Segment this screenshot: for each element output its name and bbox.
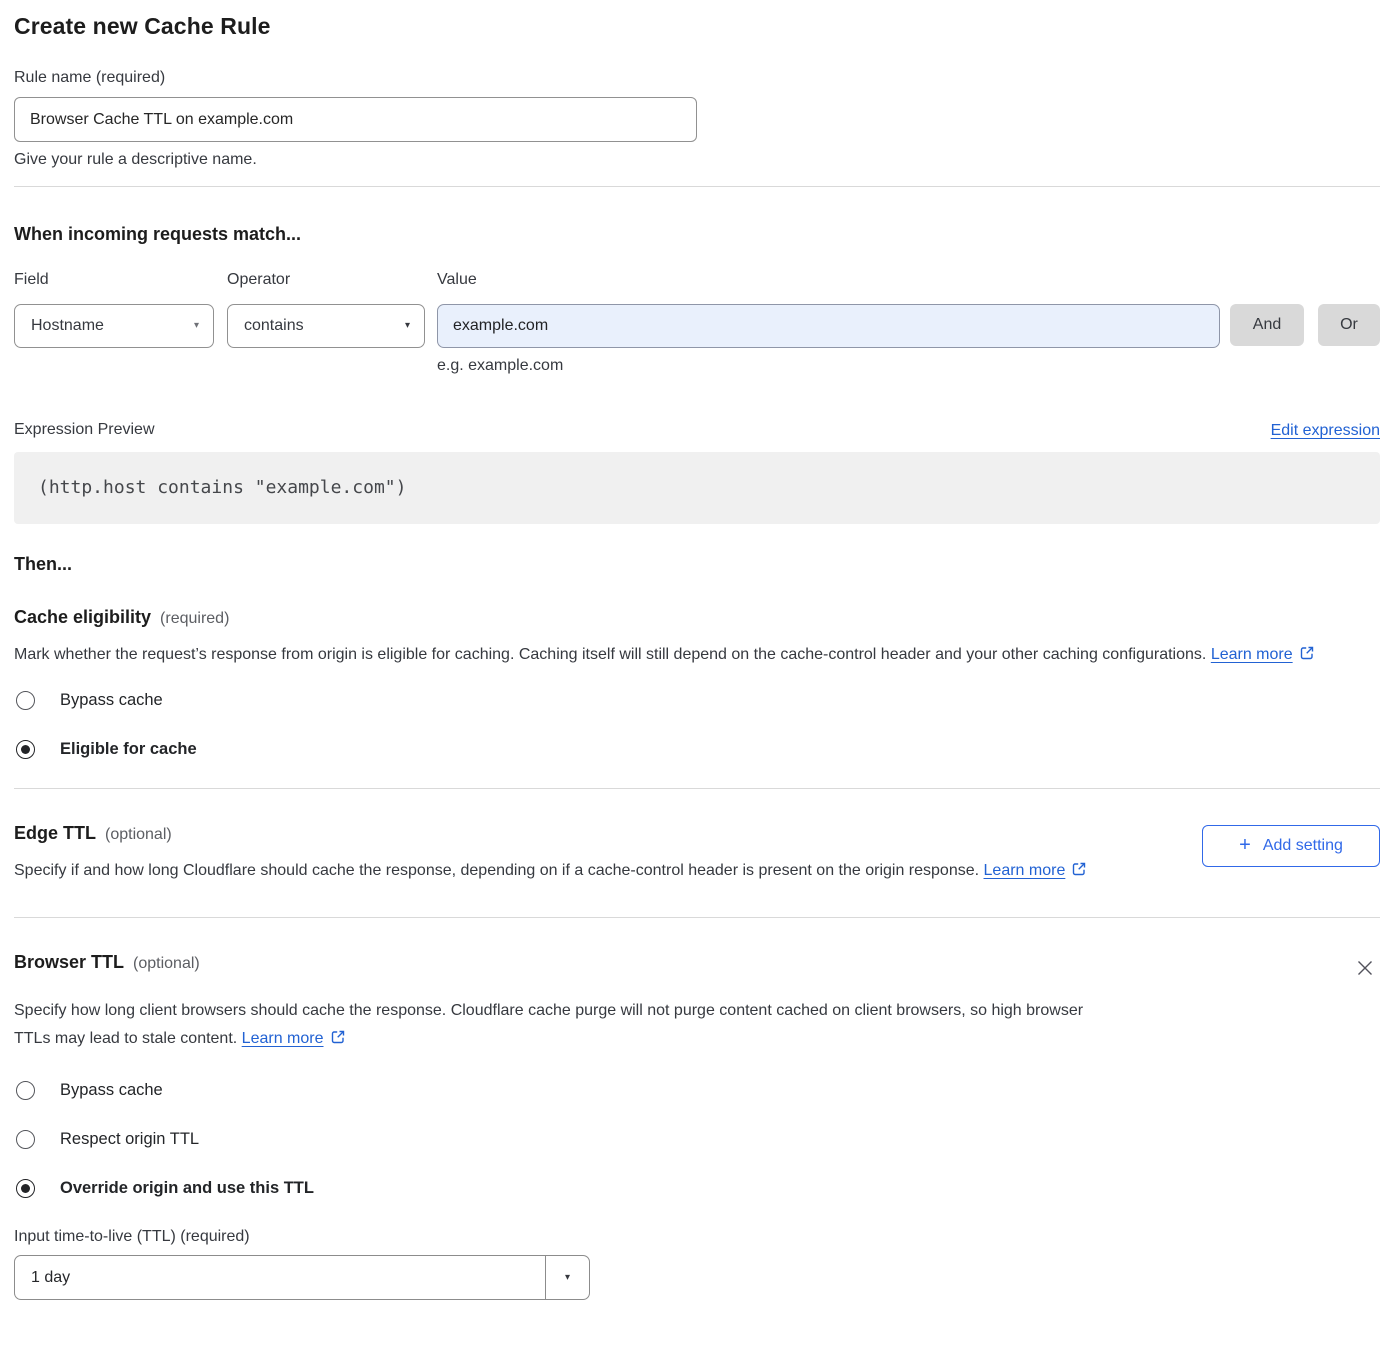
radio-label: Bypass cache	[60, 691, 163, 710]
rule-name-label: Rule name (required)	[14, 68, 1380, 87]
description-text: Specify if and how long Cloudflare shoul…	[14, 862, 979, 879]
expression-section: Expression Preview Edit expression (http…	[14, 419, 1380, 524]
radio-button-unselected[interactable]	[16, 1130, 35, 1149]
browser-ttl-title: Browser TTL	[14, 951, 124, 973]
radio-button-unselected[interactable]	[16, 1081, 35, 1100]
radio-button-selected[interactable]	[16, 1179, 35, 1198]
edge-ttl-text: Edge TTL (optional) Specify if and how l…	[14, 822, 1087, 887]
divider	[14, 788, 1380, 789]
learn-more-link[interactable]: Learn more	[1211, 646, 1293, 663]
radio-button-unselected[interactable]	[16, 691, 35, 710]
radio-button-selected[interactable]	[16, 740, 35, 759]
browser-ttl-description: Specify how long client browsers should …	[14, 997, 1110, 1055]
field-column: Field Hostname ▾	[14, 270, 214, 348]
value-column: Value e.g. example.com	[437, 270, 1220, 375]
learn-more-link[interactable]: Learn more	[984, 862, 1066, 879]
edge-ttl-qualifier: (optional)	[105, 826, 172, 844]
description-text: Specify how long client browsers should …	[14, 1002, 1083, 1047]
radio-option-eligible-for-cache[interactable]: Eligible for cache	[14, 739, 1380, 759]
ttl-input-label: Input time-to-live (TTL) (required)	[14, 1227, 1380, 1246]
ttl-select[interactable]: 1 day ▾	[14, 1255, 590, 1300]
divider	[14, 917, 1380, 918]
match-condition-row: Field Hostname ▾ Operator contains ▾ Val…	[14, 270, 1380, 375]
operator-column: Operator contains ▾	[227, 270, 425, 348]
rule-name-help: Give your rule a descriptive name.	[14, 150, 1380, 169]
radio-label: Respect origin TTL	[60, 1130, 199, 1149]
edge-ttl-section: Edge TTL (optional) Specify if and how l…	[14, 822, 1380, 887]
browser-ttl-section: Browser TTL (optional) Specify how long …	[14, 951, 1380, 1300]
edit-expression-link[interactable]: Edit expression	[1271, 422, 1380, 440]
close-icon	[1354, 957, 1376, 979]
field-select-value: Hostname	[31, 317, 104, 335]
create-cache-rule-form: Create new Cache Rule Rule name (require…	[0, 0, 1400, 1318]
close-button[interactable]	[1352, 955, 1378, 984]
radio-label: Bypass cache	[60, 1081, 163, 1100]
or-button[interactable]: Or	[1318, 304, 1380, 346]
radio-label: Override origin and use this TTL	[60, 1179, 314, 1198]
chevron-down-icon: ▾	[545, 1256, 589, 1299]
cache-eligibility-description: Mark whether the request’s response from…	[14, 641, 1354, 671]
match-section: When incoming requests match... Field Ho…	[14, 224, 1380, 375]
cache-eligibility-qualifier: (required)	[160, 610, 229, 628]
plus-icon: +	[1239, 835, 1251, 855]
and-button[interactable]: And	[1230, 304, 1304, 346]
radio-option-bypass-cache[interactable]: Bypass cache	[14, 690, 1380, 710]
and-or-buttons: And Or	[1220, 304, 1380, 346]
chevron-down-icon: ▾	[194, 321, 199, 331]
radio-option-respect-origin-ttl[interactable]: Respect origin TTL	[14, 1129, 1380, 1149]
cache-eligibility-section: Cache eligibility (required) Mark whethe…	[14, 606, 1380, 759]
value-help: e.g. example.com	[437, 356, 1220, 375]
learn-more-link[interactable]: Learn more	[242, 1030, 324, 1047]
radio-option-bypass-cache[interactable]: Bypass cache	[14, 1080, 1380, 1100]
browser-ttl-options: Bypass cache Respect origin TTL Override…	[14, 1080, 1380, 1198]
page-title: Create new Cache Rule	[14, 12, 1380, 40]
operator-select-value: contains	[244, 317, 304, 335]
expression-preview-label: Expression Preview	[14, 419, 155, 440]
chevron-down-icon: ▾	[405, 321, 410, 331]
edge-ttl-description: Specify if and how long Cloudflare shoul…	[14, 857, 1087, 887]
description-text: Mark whether the request’s response from…	[14, 646, 1206, 663]
rule-name-input[interactable]	[14, 97, 697, 142]
value-input[interactable]	[437, 304, 1220, 348]
then-heading: Then...	[14, 554, 1380, 575]
expression-code: (http.host contains "example.com")	[14, 452, 1380, 524]
divider	[14, 186, 1380, 187]
edge-ttl-title: Edge TTL	[14, 822, 96, 844]
radio-option-override-origin-ttl[interactable]: Override origin and use this TTL	[14, 1178, 1380, 1198]
browser-ttl-qualifier: (optional)	[133, 955, 200, 973]
operator-label: Operator	[227, 270, 425, 289]
cache-eligibility-options: Bypass cache Eligible for cache	[14, 690, 1380, 759]
external-link-icon	[1299, 643, 1315, 671]
rule-name-section: Rule name (required) Give your rule a de…	[14, 68, 1380, 169]
match-heading: When incoming requests match...	[14, 224, 1380, 245]
radio-label: Eligible for cache	[60, 740, 197, 759]
operator-select[interactable]: contains ▾	[227, 304, 425, 348]
add-setting-label: Add setting	[1263, 837, 1343, 855]
ttl-select-value: 1 day	[15, 1256, 545, 1299]
field-label: Field	[14, 270, 214, 289]
external-link-icon	[1071, 859, 1087, 887]
external-link-icon	[330, 1027, 346, 1055]
add-setting-button[interactable]: + Add setting	[1202, 825, 1380, 867]
cache-eligibility-title: Cache eligibility	[14, 606, 151, 628]
field-select[interactable]: Hostname ▾	[14, 304, 214, 348]
value-label: Value	[437, 270, 1220, 289]
